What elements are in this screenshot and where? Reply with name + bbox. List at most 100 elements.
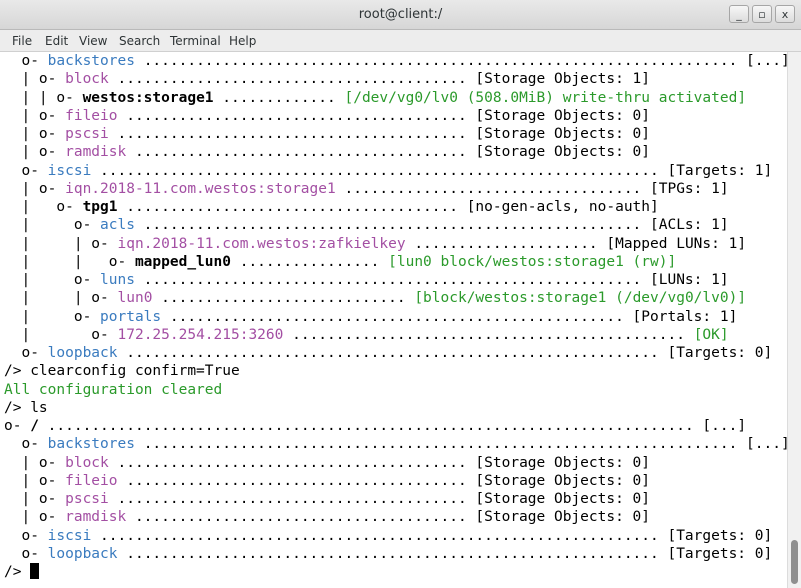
menu-bar: File Edit View Search Terminal Help	[0, 30, 801, 52]
terminal-line: | o- portals ...........................…	[4, 308, 787, 326]
terminal-line: o- loopback ............................…	[4, 545, 787, 563]
terminal-segment: pscsi	[65, 126, 109, 142]
terminal-segment: | o-	[4, 272, 101, 288]
terminal-line: | o- fileio ............................…	[4, 472, 787, 490]
terminal-segment: iqn.2018-11.com.westos:zafkielkey	[117, 235, 406, 252]
terminal-segment: .................................. [TPGs…	[335, 180, 729, 197]
terminal-line: | o- pscsi .............................…	[4, 490, 787, 508]
menu-file[interactable]: File	[12, 34, 32, 48]
terminal-segment: ........................................…	[91, 527, 773, 544]
terminal-line: | o- block .............................…	[4, 70, 787, 88]
menu-search[interactable]: Search	[119, 34, 160, 48]
terminal-line: | o- 172.25.254.215:3260 ...............…	[4, 326, 787, 344]
terminal-segment: .............	[213, 89, 345, 106]
terminal-segment: fileio	[65, 107, 118, 124]
terminal-segment: block	[65, 454, 109, 471]
terminal-segment: loopback	[47, 345, 118, 361]
terminal-text: o- backstores ..........................…	[0, 52, 787, 581]
terminal-segment: block	[65, 71, 109, 88]
menu-view[interactable]: View	[79, 34, 107, 48]
terminal-segment: o-	[4, 418, 31, 434]
terminal-segment: ........................................…	[91, 162, 773, 179]
terminal-segment: ........................................…	[283, 326, 694, 343]
terminal-segment: pscsi	[65, 491, 109, 507]
maximize-button[interactable]: ▫	[752, 5, 772, 23]
terminal-segment: ........................................…	[117, 345, 773, 361]
terminal-segment: o-	[4, 436, 48, 453]
terminal-segment: acls	[100, 217, 135, 234]
terminal-segment: /> ls	[4, 399, 48, 416]
terminal-segment: lun0	[117, 290, 153, 307]
terminal-segment: backstores	[47, 436, 135, 453]
terminal-segment: ramdisk	[65, 509, 127, 526]
terminal-segment: | o-	[4, 308, 101, 325]
terminal-line: | o- iqn.2018-11.com.westos:storage1 ...…	[4, 180, 787, 198]
terminal-segment: /> clearconfig confirm=True	[4, 363, 240, 380]
terminal-segment: o-	[4, 162, 48, 179]
minimize-button[interactable]: _	[729, 5, 749, 23]
terminal-segment: o-	[4, 53, 48, 69]
terminal-line: o- / ...................................…	[4, 417, 787, 435]
terminal-line: /> clearconfig confirm=True	[4, 362, 787, 380]
terminal-segment: o-	[4, 345, 48, 361]
terminal-segment: ........................................…	[134, 53, 787, 69]
terminal-segment: ...................................... […	[126, 509, 651, 526]
terminal-segment: | o-	[4, 180, 66, 197]
terminal-segment: westos:storage1	[82, 89, 214, 106]
terminal-segment: ................	[230, 253, 389, 270]
menu-help[interactable]: Help	[229, 34, 256, 48]
terminal-segment: | o-	[4, 472, 66, 489]
terminal-segment: [block/westos:storage1 (/dev/vg0/lv0)]	[414, 290, 747, 307]
close-button[interactable]: x	[775, 5, 795, 23]
terminal-segment: luns	[100, 272, 135, 288]
terminal-output[interactable]: o- backstores ..........................…	[0, 52, 787, 588]
terminal-segment: ........................................…	[108, 71, 651, 88]
terminal-segment: ramdisk	[65, 144, 127, 161]
terminal-segment: ............................	[152, 290, 415, 307]
cursor	[30, 563, 40, 579]
terminal-segment: iscsi	[47, 527, 92, 544]
terminal-segment: ....................................... …	[117, 107, 651, 124]
scrollbar-thumb[interactable]	[791, 540, 798, 584]
terminal-segment: ...................................... […	[117, 199, 659, 215]
prompt-line[interactable]: />	[4, 563, 787, 581]
terminal-line: | o- tpg1 ..............................…	[4, 198, 787, 216]
terminal-segment: ........................................…	[134, 217, 729, 234]
terminal-segment: [OK]	[693, 326, 729, 343]
terminal-segment: ........................................…	[108, 454, 651, 471]
terminal-segment: | o-	[4, 454, 66, 471]
menu-terminal[interactable]: Terminal	[170, 34, 221, 48]
terminal-segment: [lun0 block/westos:storage1 (rw)]	[388, 253, 677, 270]
terminal-segment: mapped_lun0	[134, 253, 231, 270]
terminal-segment: tpg1	[82, 199, 118, 215]
terminal-line: | o- block .............................…	[4, 454, 787, 472]
terminal-segment: ........................................…	[108, 126, 651, 142]
title-bar: root@client:/ _ ▫ x	[0, 0, 801, 30]
terminal-segment: | | o-	[4, 89, 83, 106]
terminal-segment: iqn.2018-11.com.westos:storage1	[65, 180, 336, 197]
terminal-segment: loopback	[47, 545, 118, 562]
terminal-segment: ........................................…	[38, 418, 747, 434]
vertical-scrollbar[interactable]	[787, 52, 801, 588]
terminal-segment: backstores	[47, 53, 135, 69]
terminal-segment: | o-	[4, 71, 66, 88]
terminal-line: o- backstores ..........................…	[4, 435, 787, 453]
terminal-line: | o- luns ..............................…	[4, 271, 787, 289]
window-controls: _ ▫ x	[729, 5, 795, 23]
terminal-segment: ........................................…	[161, 308, 738, 325]
terminal-segment: | | o-	[4, 235, 118, 252]
terminal-line: o- iscsi ...............................…	[4, 162, 787, 180]
terminal-line: o- iscsi ...............................…	[4, 527, 787, 545]
terminal-segment: o-	[4, 545, 48, 562]
prompt: />	[4, 564, 31, 580]
terminal-segment: | o-	[4, 144, 66, 161]
terminal-line: | o- ramdisk ...........................…	[4, 508, 787, 526]
menu-edit[interactable]: Edit	[45, 34, 68, 48]
terminal-line: /> ls	[4, 399, 787, 417]
terminal-segment: ........................................…	[117, 545, 773, 562]
terminal-segment: ....................................... …	[117, 472, 651, 489]
window-title: root@client:/	[358, 7, 443, 22]
terminal-segment: ...................................... […	[126, 144, 651, 161]
terminal-segment: | o-	[4, 217, 101, 234]
terminal-line: | o- pscsi .............................…	[4, 125, 787, 143]
